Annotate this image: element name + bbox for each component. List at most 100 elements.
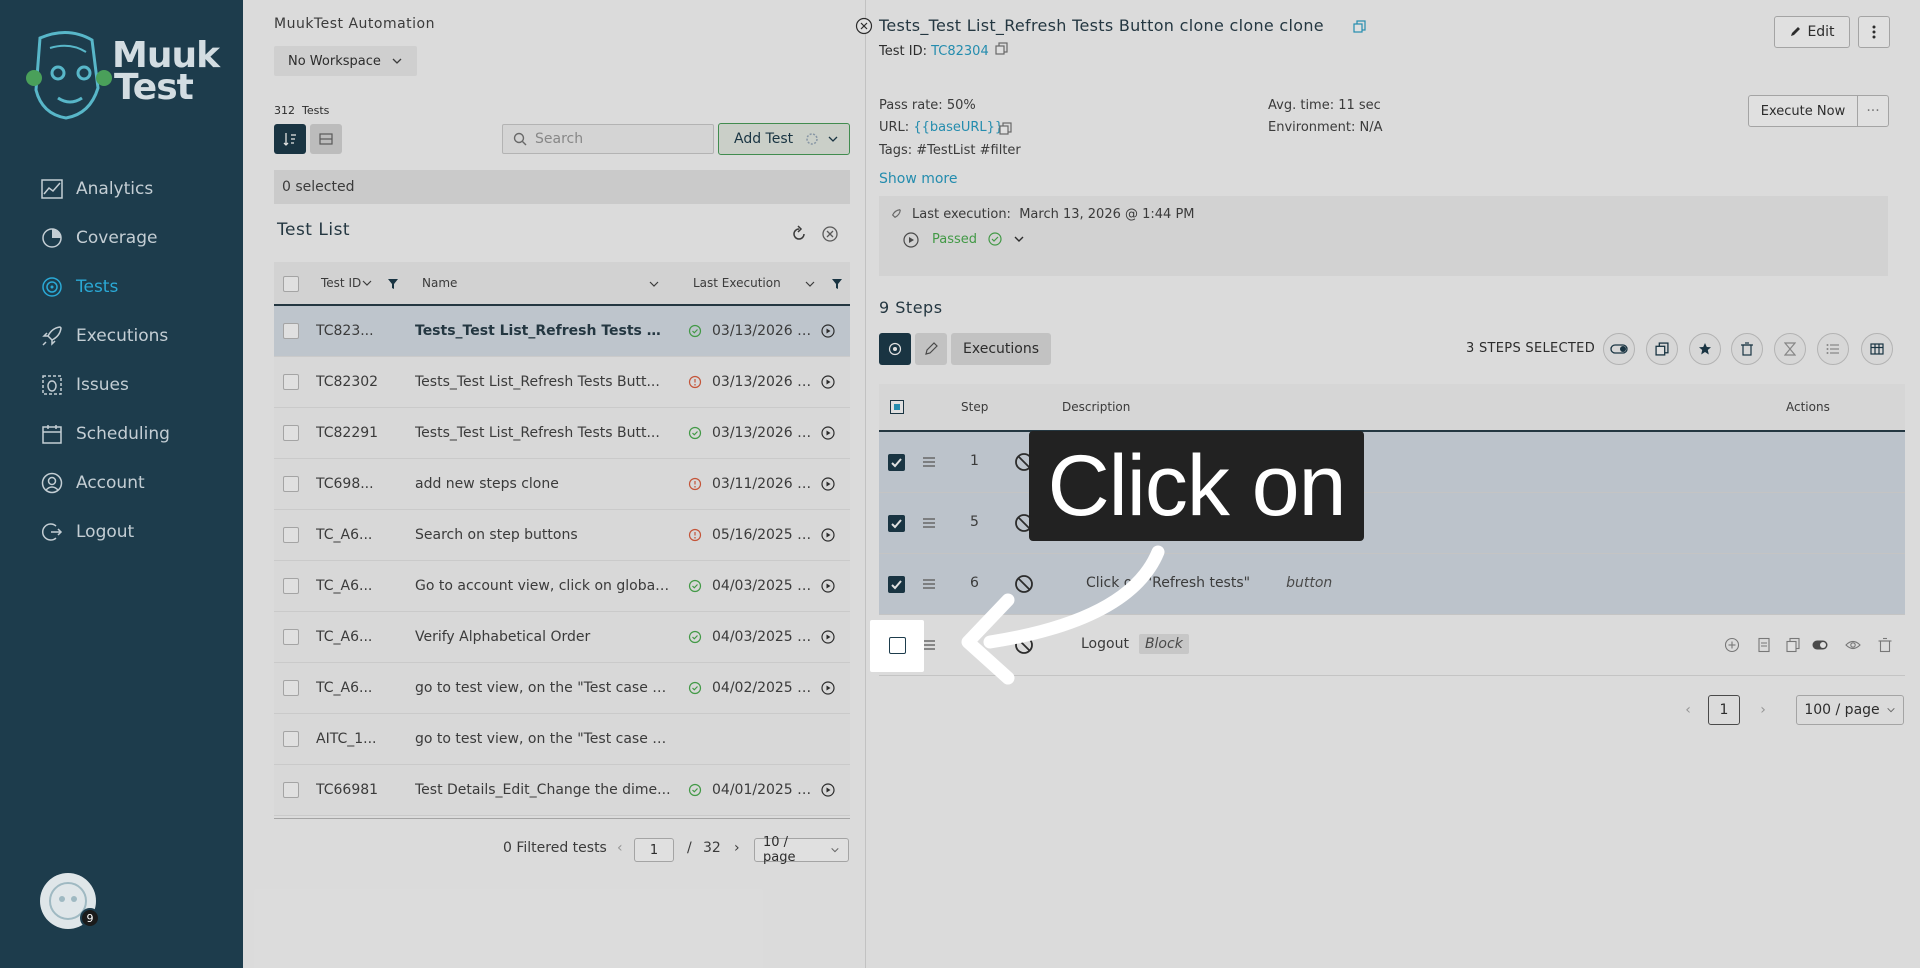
close-panel-icon[interactable]: [855, 17, 873, 35]
trash-icon[interactable]: [1877, 637, 1893, 653]
url-value[interactable]: {{baseURL}}: [913, 120, 1003, 135]
test-id-value[interactable]: TC82304: [931, 44, 989, 59]
per-page-select[interactable]: 10 / page: [754, 835, 849, 865]
table-row[interactable]: TC66981 Test Details_Edit_Change the dime…: [274, 765, 850, 816]
table-row[interactable]: TC698... add new steps clone 03/11/2026 4:…: [274, 459, 850, 510]
row-test-name[interactable]: Tests_Test List_Refresh Tests B...: [415, 323, 671, 339]
copy-icon[interactable]: [999, 122, 1012, 135]
play-circle-icon[interactable]: [821, 375, 835, 389]
step-row[interactable]: Logout Block: [879, 615, 1905, 676]
plus-circle-icon[interactable]: [1724, 637, 1740, 653]
sidebar-item-account[interactable]: Account: [0, 458, 243, 507]
execute-more-button[interactable]: ···: [1857, 95, 1889, 127]
chevron-down-icon[interactable]: [804, 278, 816, 290]
row-checkbox[interactable]: [283, 527, 299, 543]
prev-page-icon[interactable]: ‹: [617, 840, 623, 856]
duplicate-button[interactable]: [1646, 333, 1678, 365]
copy-icon[interactable]: [1353, 20, 1366, 33]
row-checkbox[interactable]: [283, 425, 299, 441]
play-circle-icon[interactable]: [903, 232, 919, 248]
play-circle-icon[interactable]: [821, 426, 835, 440]
row-checkbox[interactable]: [283, 680, 299, 696]
column-test-id[interactable]: Test ID: [321, 276, 373, 290]
chevron-down-icon[interactable]: [1013, 233, 1025, 245]
edit-button[interactable]: Edit: [1774, 16, 1850, 48]
refresh-icon[interactable]: [790, 225, 808, 243]
filter-icon[interactable]: [387, 278, 399, 290]
row-checkbox[interactable]: [283, 578, 299, 594]
column-name[interactable]: Name: [422, 276, 457, 290]
play-circle-icon[interactable]: [821, 477, 835, 491]
list-view-button[interactable]: [274, 124, 306, 154]
steps-per-page-select[interactable]: 100 / page: [1796, 695, 1904, 725]
document-icon[interactable]: [1756, 637, 1772, 653]
drag-handle-icon[interactable]: [922, 517, 936, 529]
select-all-steps-checkbox[interactable]: [890, 400, 904, 414]
search-input[interactable]: Search: [502, 124, 714, 154]
drag-handle-icon[interactable]: [922, 456, 936, 468]
steps-next-page-icon[interactable]: ›: [1748, 695, 1778, 725]
edit-steps-button[interactable]: [915, 333, 947, 365]
row-test-name[interactable]: go to test view, on the "Test case to ..…: [415, 680, 671, 696]
sidebar-item-analytics[interactable]: Analytics: [0, 164, 243, 213]
row-test-name[interactable]: add new steps clone: [415, 476, 671, 492]
play-circle-icon[interactable]: [821, 630, 835, 644]
row-test-name[interactable]: Tests_Test List_Refresh Tests Butt...: [415, 374, 671, 390]
table-row[interactable]: TC82291 Tests_Test List_Refresh Tests But…: [274, 408, 850, 459]
drag-handle-icon[interactable]: [922, 639, 936, 651]
tab-executions[interactable]: Executions: [951, 333, 1051, 365]
step-checkbox[interactable]: [888, 515, 905, 532]
step-checkbox[interactable]: [888, 576, 905, 593]
table-row[interactable]: TC_A6... go to test view, on the "Test ca…: [274, 663, 850, 714]
execute-now-button[interactable]: Execute Now: [1748, 95, 1858, 127]
copy-icon[interactable]: [995, 42, 1008, 55]
drag-handle-icon[interactable]: [922, 578, 936, 590]
toggle-icon[interactable]: [1812, 637, 1828, 653]
copy-icon[interactable]: [1785, 637, 1801, 653]
chevron-down-icon[interactable]: [648, 278, 660, 290]
row-checkbox[interactable]: [283, 629, 299, 645]
workspace-dropdown[interactable]: No Workspace: [274, 46, 417, 76]
more-options-button[interactable]: [1858, 16, 1890, 48]
play-circle-icon[interactable]: [821, 324, 835, 338]
table-row[interactable]: TC_A6... Verify Alphabetical Order 04/03/2…: [274, 612, 850, 663]
steps-view-button[interactable]: [879, 333, 911, 365]
table-row[interactable]: TC823... Tests_Test List_Refresh Tests B.…: [274, 306, 850, 357]
sidebar-item-logout[interactable]: Logout: [0, 507, 243, 556]
row-checkbox[interactable]: [283, 476, 299, 492]
steps-page-button[interactable]: 1: [1708, 695, 1740, 725]
table-view-button[interactable]: [1861, 333, 1893, 365]
column-last-execution[interactable]: Last Execution: [693, 276, 781, 290]
disabled-icon[interactable]: [1014, 574, 1034, 594]
filter-icon[interactable]: [831, 278, 843, 290]
sidebar-item-issues[interactable]: Issues: [0, 360, 243, 409]
row-test-name[interactable]: Test Details_Edit_Change the dime...: [415, 782, 671, 798]
table-row[interactable]: AITC_1... go to test view, on the "Test c…: [274, 714, 850, 765]
disabled-icon[interactable]: [1014, 635, 1034, 655]
favorite-button[interactable]: [1689, 333, 1721, 365]
row-checkbox[interactable]: [283, 374, 299, 390]
row-checkbox[interactable]: [283, 782, 299, 798]
chevron-down-icon[interactable]: [827, 133, 839, 145]
select-all-checkbox[interactable]: [283, 276, 299, 292]
step-row[interactable]: 6 Click on "Refresh tests" button: [879, 554, 1905, 615]
play-circle-icon[interactable]: [821, 681, 835, 695]
sidebar-item-scheduling[interactable]: Scheduling: [0, 409, 243, 458]
table-row[interactable]: TC82302 Tests_Test List_Refresh Tests But…: [274, 357, 850, 408]
step-checkbox[interactable]: [888, 454, 905, 471]
page-input[interactable]: 1: [634, 838, 674, 862]
eye-icon[interactable]: [1845, 637, 1861, 653]
row-test-name[interactable]: Tests_Test List_Refresh Tests Butt...: [415, 425, 671, 441]
highlighted-step-checkbox[interactable]: [889, 637, 906, 654]
row-test-name[interactable]: go to test view, on the "Test case to ..…: [415, 731, 671, 747]
row-checkbox[interactable]: [283, 323, 299, 339]
table-row[interactable]: TC_A6... Search on step buttons 05/16/2025…: [274, 510, 850, 561]
grid-view-button[interactable]: [310, 124, 342, 154]
row-test-name[interactable]: Verify Alphabetical Order: [415, 629, 671, 645]
delete-button[interactable]: [1731, 333, 1763, 365]
play-circle-icon[interactable]: [821, 528, 835, 542]
sidebar-item-coverage[interactable]: Coverage: [0, 213, 243, 262]
row-test-name[interactable]: Search on step buttons: [415, 527, 671, 543]
close-circle-icon[interactable]: [821, 225, 839, 243]
table-row[interactable]: TC_A6... Go to account view, click on glo…: [274, 561, 850, 612]
